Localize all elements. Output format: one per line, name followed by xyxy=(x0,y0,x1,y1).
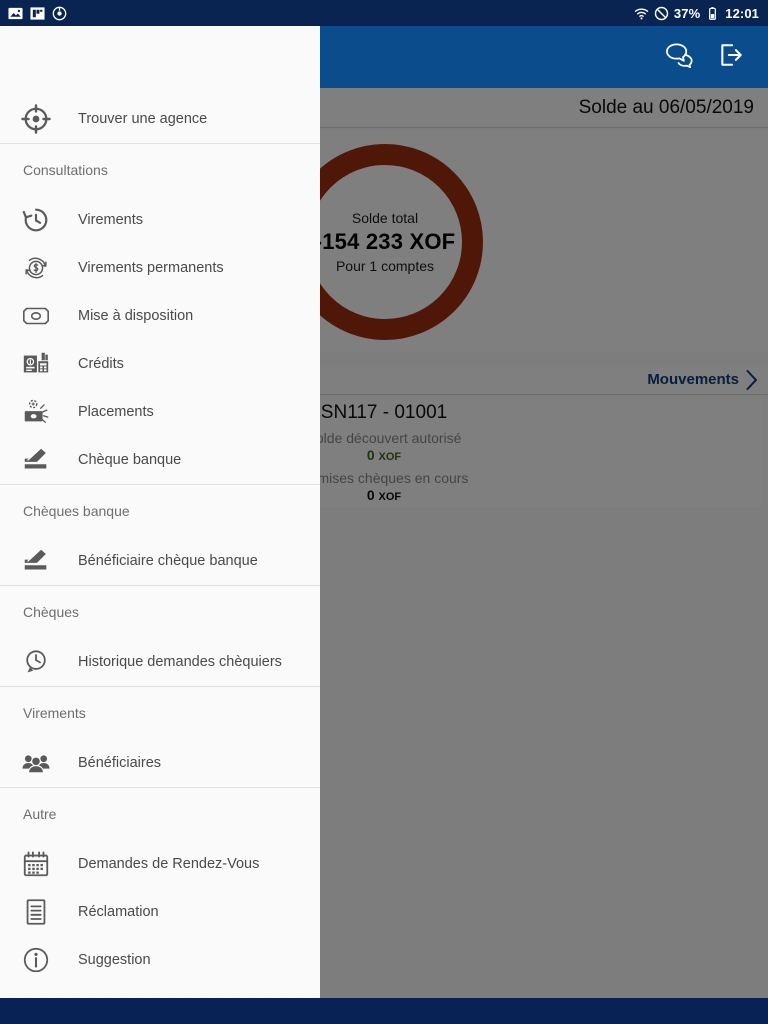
drawer-item-virements[interactable]: Virements xyxy=(0,196,320,244)
drawer-item-virements-permanents[interactable]: Virements permanents xyxy=(0,244,320,292)
drawer-item-placements[interactable]: Placements xyxy=(0,388,320,436)
calendar-icon xyxy=(19,847,53,881)
drawer-item-historique-demandes-chequiers[interactable]: Historique demandes chèquiers xyxy=(0,638,320,686)
drawer-item-label: Virements xyxy=(78,212,144,228)
app-screen: Solde au 06/05/2019 Solde total -154 233… xyxy=(0,0,768,1024)
drawer-item-trouver-une-agence[interactable]: Trouver une agence xyxy=(0,95,320,143)
people-group-icon xyxy=(19,746,53,780)
messages-button[interactable] xyxy=(665,42,694,73)
info-circle-icon xyxy=(19,943,53,977)
drawer-section-header: Autre xyxy=(23,806,57,822)
status-bar: 37% 12:01 xyxy=(0,0,768,26)
clock-history-icon xyxy=(19,645,53,679)
cheque-pen-icon xyxy=(19,544,53,578)
drawer-item-credits[interactable]: Crédits xyxy=(0,340,320,388)
logout-button[interactable] xyxy=(718,42,744,73)
app-bar-actions xyxy=(665,42,768,73)
drawer-item-label: Bénéficiaires xyxy=(78,755,162,771)
drawer-body: Trouver une agence Consultations Virements… xyxy=(0,88,320,984)
target-app-icon xyxy=(52,6,67,20)
drawer-section-header: Consultations xyxy=(23,162,108,178)
drawer-item-label: Bénéficiaire chèque banque xyxy=(78,553,258,569)
do-not-disturb-icon xyxy=(654,6,669,20)
document-lines-icon xyxy=(19,895,53,929)
credit-documents-icon xyxy=(19,347,53,381)
wifi-icon xyxy=(634,7,649,19)
drawer-section-header: Chèques banque xyxy=(23,503,130,519)
recurring-money-icon xyxy=(19,251,53,285)
drawer-item-label: Virements permanents xyxy=(78,260,224,276)
chat-bubbles-icon xyxy=(666,42,693,68)
location-crosshair-icon xyxy=(19,102,53,136)
drawer-item-beneficiaire-cheque-banque[interactable]: Bénéficiaire chèque banque xyxy=(0,537,320,585)
battery-icon xyxy=(709,6,717,20)
drawer-item-suggestion[interactable]: Suggestion xyxy=(0,936,320,984)
photos-icon xyxy=(8,7,23,19)
drawer-item-demandes-de-rendez-vous[interactable]: Demandes de Rendez-Vous xyxy=(0,840,320,888)
system-navigation-bar xyxy=(0,998,768,1024)
banknote-icon xyxy=(19,299,53,333)
drawer-item-label: Placements xyxy=(78,404,154,420)
battery-percent: 37% xyxy=(673,5,701,21)
drawer-item-label: Trouver une agence xyxy=(78,111,208,127)
drawer-item-reclamation[interactable]: Réclamation xyxy=(0,888,320,936)
drawer-item-beneficiaires[interactable]: Bénéficiaires xyxy=(0,739,320,787)
flipboard-icon xyxy=(30,6,45,20)
drawer-section-header: Virements xyxy=(23,705,86,721)
cheque-pen-icon xyxy=(19,443,53,477)
drawer-item-cheque-banque[interactable]: Chèque banque xyxy=(0,436,320,484)
history-clock-icon xyxy=(19,203,53,237)
logout-icon xyxy=(721,43,742,66)
navigation-drawer: Trouver une agence Consultations Virements… xyxy=(0,26,320,998)
drawer-top-spacer xyxy=(0,88,320,95)
drawer-item-label: Crédits xyxy=(78,356,124,372)
drawer-item-mise-a-disposition[interactable]: Mise à disposition xyxy=(0,292,320,340)
status-bar-notifications xyxy=(0,6,67,21)
drawer-item-label: Réclamation xyxy=(78,904,159,920)
drawer-item-label: Suggestion xyxy=(78,952,151,968)
status-bar-system: 37% 12:01 xyxy=(634,6,768,21)
drawer-section-header: Chèques xyxy=(23,604,80,620)
drawer-item-label: Chèque banque xyxy=(78,452,182,468)
investment-icon xyxy=(19,395,53,429)
clock: 12:01 xyxy=(725,5,759,21)
drawer-item-label: Demandes de Rendez-Vous xyxy=(78,856,260,872)
drawer-item-label: Mise à disposition xyxy=(78,308,194,324)
drawer-item-label: Historique demandes chèquiers xyxy=(78,654,282,670)
